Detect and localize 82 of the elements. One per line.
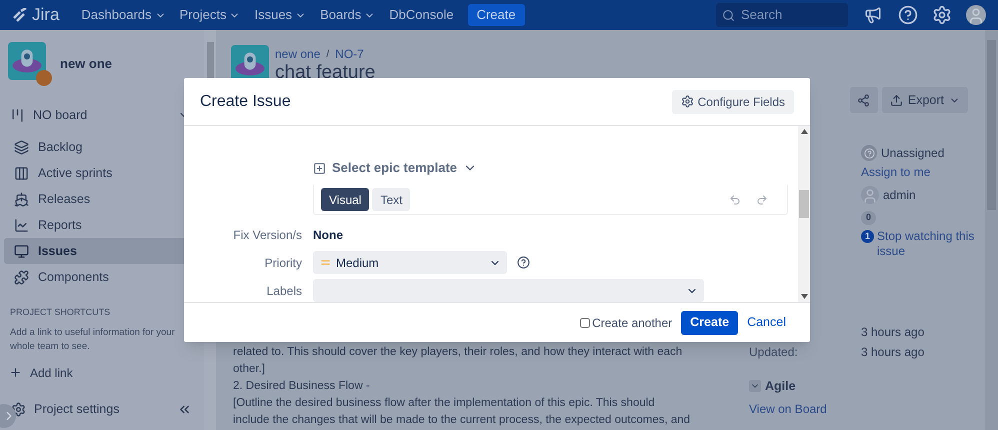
search-input[interactable]: Search <box>741 5 841 25</box>
project-avatar-icon <box>8 42 52 86</box>
plus-icon <box>9 366 22 379</box>
share-icon <box>857 94 870 106</box>
user-avatar-icon <box>861 186 879 204</box>
scroll-down-icon[interactable] <box>800 294 808 299</box>
nav-menu[interactable]: Boards <box>320 5 376 25</box>
shortcuts-description: Add a link to useful information for your whole team to see. <box>9 326 176 354</box>
issue-title: chat feature <box>275 63 376 83</box>
stop-watching-link[interactable]: Stop watching this issue <box>877 229 985 259</box>
breadcrumb-link[interactable]: NO-7 <box>335 45 364 63</box>
scroll-up-icon[interactable] <box>800 129 808 134</box>
field-value: None <box>313 227 343 244</box>
field-label: Fix Version/s <box>232 227 302 244</box>
description-text: related to. This should cover the key players, their roles, and how they interact with each <box>233 345 684 360</box>
field-label: Priority <box>264 254 302 272</box>
vote-count[interactable]: 0 <box>861 211 876 225</box>
search-icon <box>722 8 735 22</box>
configure-fields-button[interactable]: Configure Fields <box>672 90 794 114</box>
nav-menu[interactable]: DbConsole <box>389 5 454 25</box>
breadcrumb-separator: / <box>326 48 330 62</box>
upload-icon <box>890 94 903 106</box>
settings-icon <box>11 402 26 416</box>
reporter-name: admin <box>883 187 916 204</box>
breadcrumb-link[interactable]: new one <box>275 45 320 63</box>
unassigned-avatar-icon <box>861 145 877 161</box>
monitor-icon <box>14 244 29 258</box>
template-icon <box>313 162 326 174</box>
megaphone-icon[interactable] <box>864 6 882 24</box>
puzzle-icon <box>14 270 29 284</box>
updated-date: 3 hours ago <box>861 344 924 361</box>
view-on-board-link[interactable]: View on Board <box>749 400 985 418</box>
ship-icon <box>14 192 29 206</box>
export-button[interactable]: Export <box>882 87 968 113</box>
jira-logo[interactable]: Jira <box>12 2 60 28</box>
search-field[interactable]: Search <box>716 3 848 27</box>
editor-tab[interactable]: Text <box>372 188 410 211</box>
sidebar-item[interactable]: Active sprints <box>4 160 200 186</box>
add-link-button[interactable]: Add link <box>0 364 204 382</box>
create-another-checkbox[interactable] <box>580 318 590 328</box>
sidebar-item[interactable]: Components <box>4 264 200 290</box>
board-selector[interactable]: NO board <box>33 106 88 124</box>
nav-menu[interactable]: Dashboards <box>81 5 166 25</box>
sidebar-item[interactable]: Releases <box>4 186 200 212</box>
sidebar-item[interactable]: Reports <box>4 212 200 238</box>
scrollbar-thumb[interactable] <box>799 190 809 218</box>
watcher-count: 1 <box>861 230 874 243</box>
sidebar-item[interactable]: Backlog <box>4 134 200 160</box>
project-name[interactable]: new one <box>60 54 112 74</box>
layers-icon <box>14 140 29 154</box>
priority-select[interactable]: Medium <box>313 251 507 274</box>
nav-menu[interactable]: Projects <box>180 5 240 25</box>
epic-template-selector[interactable]: Select epic template <box>332 158 457 178</box>
description-text: 2. Desired Business Flow - <box>233 379 371 394</box>
description-text: other.] <box>233 362 266 377</box>
chart-icon <box>14 218 29 232</box>
board-icon <box>10 108 25 122</box>
create-button[interactable]: Create <box>681 310 738 334</box>
settings-icon[interactable] <box>932 5 952 25</box>
updated-label: Updated: <box>749 344 799 361</box>
settings-icon <box>680 95 694 108</box>
user-avatar-icon[interactable] <box>966 5 986 25</box>
help-icon[interactable] <box>517 256 530 269</box>
create-button[interactable]: Create <box>468 4 525 26</box>
create-another-label: Create another <box>592 314 672 332</box>
collapse-toggle-icon[interactable] <box>749 380 761 392</box>
created-date: 3 hours ago <box>861 324 924 341</box>
description-text: include the changes that will be made to the current process, the expected outcomes, and <box>233 413 692 428</box>
editor-tab[interactable]: Visual <box>321 188 370 211</box>
field-label: Labels <box>266 282 302 300</box>
share-button[interactable] <box>850 87 878 113</box>
assignee-name: Unassigned <box>881 145 944 162</box>
agile-heading: Agile <box>765 378 796 395</box>
description-text: [Outline the desired business flow after the implementation of this epic. This should <box>233 396 656 411</box>
nav-menu[interactable]: Issues <box>254 5 306 25</box>
dialog-title: Create Issue <box>200 92 291 112</box>
jira-logo-icon <box>12 8 28 22</box>
columns-icon <box>14 166 29 180</box>
assign-to-me-link[interactable]: Assign to me <box>861 163 985 183</box>
cancel-link[interactable]: Cancel <box>747 313 786 332</box>
project-settings-link[interactable]: Project settings <box>34 400 120 418</box>
shortcuts-heading: PROJECT SHORTCUTS <box>9 306 112 319</box>
